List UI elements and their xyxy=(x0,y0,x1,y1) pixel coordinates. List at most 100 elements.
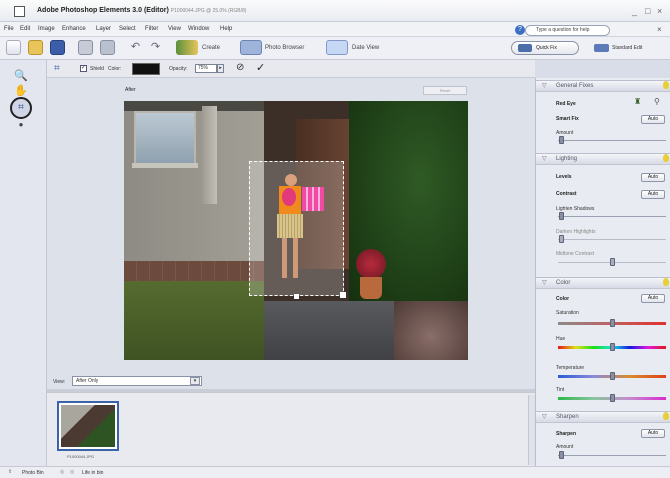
general-fixes-hint-icon xyxy=(663,81,669,89)
brick-planter xyxy=(124,261,264,281)
opacity-dropdown-icon[interactable]: ▸ xyxy=(217,64,224,73)
print-icon[interactable] xyxy=(78,40,93,55)
standard-edit-label: Standard Edit xyxy=(612,45,643,51)
shield-color-swatch[interactable] xyxy=(132,63,160,75)
photo-bin-label[interactable]: Photo Bin xyxy=(22,470,44,476)
menu-enhance[interactable]: Enhance xyxy=(62,26,86,32)
print-preview-icon[interactable] xyxy=(100,40,115,55)
red-eye-auto-icon[interactable]: ♜ xyxy=(634,97,641,106)
menu-help[interactable]: Help xyxy=(220,26,232,32)
menu-image[interactable]: Image xyxy=(38,26,55,32)
crop-handle-corner[interactable] xyxy=(340,292,346,298)
lighting-header[interactable]: Lighting xyxy=(536,153,670,165)
undo-icon[interactable]: ↶ xyxy=(128,40,143,55)
red-eye-label: Red Eye xyxy=(556,101,576,107)
maximize-icon[interactable]: □ xyxy=(645,6,650,16)
bin-prev-icon[interactable]: ◎ xyxy=(60,469,64,475)
saturation-thumb[interactable] xyxy=(610,319,615,327)
menu-layer[interactable]: Layer xyxy=(96,26,111,32)
tint-thumb[interactable] xyxy=(610,394,615,402)
reset-button[interactable]: Reset xyxy=(423,86,467,95)
menu-filter[interactable]: Filter xyxy=(145,26,158,32)
open-folder-icon[interactable] xyxy=(28,40,43,55)
general-fixes-header[interactable]: General Fixes xyxy=(536,80,670,92)
menu-file[interactable]: File xyxy=(4,26,14,32)
bin-thumbnail[interactable] xyxy=(57,401,119,451)
bin-scrollbar[interactable] xyxy=(528,395,535,465)
sharpen-header[interactable]: Sharpen xyxy=(536,411,670,423)
crop-handle-bottom[interactable] xyxy=(294,294,299,299)
general-fixes-chevron-icon[interactable]: ▽ xyxy=(542,82,547,89)
sharpen-chevron-icon[interactable]: ▽ xyxy=(542,413,547,420)
red-eye-tool-icon[interactable]: ● xyxy=(11,120,31,134)
commit-crop-icon[interactable]: ✓ xyxy=(256,61,265,74)
levels-auto-button[interactable]: Auto xyxy=(641,173,665,182)
sharpen-title: Sharpen xyxy=(556,414,579,420)
close-doc-icon[interactable]: × xyxy=(657,25,662,34)
create-button[interactable]: Create xyxy=(202,45,220,51)
close-icon[interactable]: × xyxy=(657,6,662,16)
levels-label: Levels xyxy=(556,174,572,180)
photo-canvas[interactable] xyxy=(124,101,468,360)
smart-fix-amount-slider[interactable] xyxy=(558,140,666,141)
contrast-auto-button[interactable]: Auto xyxy=(641,190,665,199)
lighten-shadows-slider[interactable] xyxy=(558,216,666,217)
view-select-arrow-icon[interactable]: ▾ xyxy=(190,377,200,385)
photo-browser-button[interactable]: Photo Browser xyxy=(265,45,304,51)
redo-icon[interactable]: ↷ xyxy=(148,40,163,55)
saturation-label: Saturation xyxy=(556,310,579,316)
front-lawn xyxy=(124,281,264,360)
photo-bin-toggle-icon[interactable]: ⇧ xyxy=(8,469,12,475)
new-file-icon[interactable] xyxy=(6,40,21,55)
quick-fix-button[interactable]: Quick Fix xyxy=(511,41,579,55)
view-select[interactable]: After Only xyxy=(72,376,202,386)
life-in-bin-label: Life in bin xyxy=(82,470,104,476)
shutter xyxy=(202,106,217,204)
create-icon[interactable] xyxy=(176,40,198,55)
save-icon[interactable] xyxy=(50,40,65,55)
smart-fix-amount-thumb[interactable] xyxy=(559,136,564,144)
photo-browser-icon[interactable] xyxy=(240,40,262,55)
menu-select[interactable]: Select xyxy=(119,26,136,32)
person-head xyxy=(285,174,297,186)
tint-label: Tint xyxy=(556,387,565,393)
hue-thumb[interactable] xyxy=(610,343,615,351)
sharpen-auto-button[interactable]: Auto xyxy=(641,429,665,438)
sharpen-amount-slider[interactable] xyxy=(558,455,666,456)
opacity-input[interactable]: 75% xyxy=(195,64,217,73)
temperature-thumb[interactable] xyxy=(610,372,615,380)
after-label: After xyxy=(125,87,136,93)
lighten-shadows-thumb[interactable] xyxy=(559,212,564,220)
help-search-input[interactable]: Type a question for help xyxy=(525,25,610,36)
standard-edit-button[interactable]: Standard Edit xyxy=(590,41,642,55)
sharpen-amount-thumb[interactable] xyxy=(559,451,564,459)
menu-edit[interactable]: Edit xyxy=(20,26,30,32)
darken-highlights-thumb[interactable] xyxy=(559,235,564,243)
date-view-icon[interactable] xyxy=(326,40,348,55)
thumbnail-filename: P1000044.JPG xyxy=(67,454,95,459)
quick-fix-label: Quick Fix xyxy=(536,45,557,51)
color-auto-button[interactable]: Auto xyxy=(641,294,665,303)
color-chevron-icon[interactable]: ▽ xyxy=(542,279,547,286)
zoom-tool-icon[interactable]: 🔍 xyxy=(11,69,31,83)
color-header[interactable]: Color xyxy=(536,277,670,289)
hand-tool-icon[interactable]: ✋ xyxy=(11,84,31,98)
window-pane xyxy=(134,111,196,166)
darken-highlights-slider[interactable] xyxy=(558,239,666,240)
lighting-chevron-icon[interactable]: ▽ xyxy=(542,155,547,162)
menu-window[interactable]: Window xyxy=(188,26,209,32)
sharpen-hint-icon xyxy=(663,412,669,420)
cancel-crop-icon[interactable]: ⊘ xyxy=(236,62,244,73)
date-view-button[interactable]: Date View xyxy=(352,45,379,51)
photo-bin: P1000044.JPG xyxy=(47,392,535,466)
minimize-icon[interactable]: _ xyxy=(632,6,637,16)
crop-tool-button[interactable]: ⌗ xyxy=(10,97,32,119)
midtone-contrast-thumb[interactable] xyxy=(610,258,615,266)
color-title: Color xyxy=(556,280,571,286)
shield-checkbox[interactable]: ✓ xyxy=(80,65,87,72)
red-eye-tool-icon[interactable]: ⚲ xyxy=(654,97,660,106)
bin-next-icon[interactable]: ◎ xyxy=(70,469,74,475)
smart-fix-auto-button[interactable]: Auto xyxy=(641,115,665,124)
menu-view[interactable]: View xyxy=(168,26,181,32)
crop-selection[interactable] xyxy=(249,161,346,299)
